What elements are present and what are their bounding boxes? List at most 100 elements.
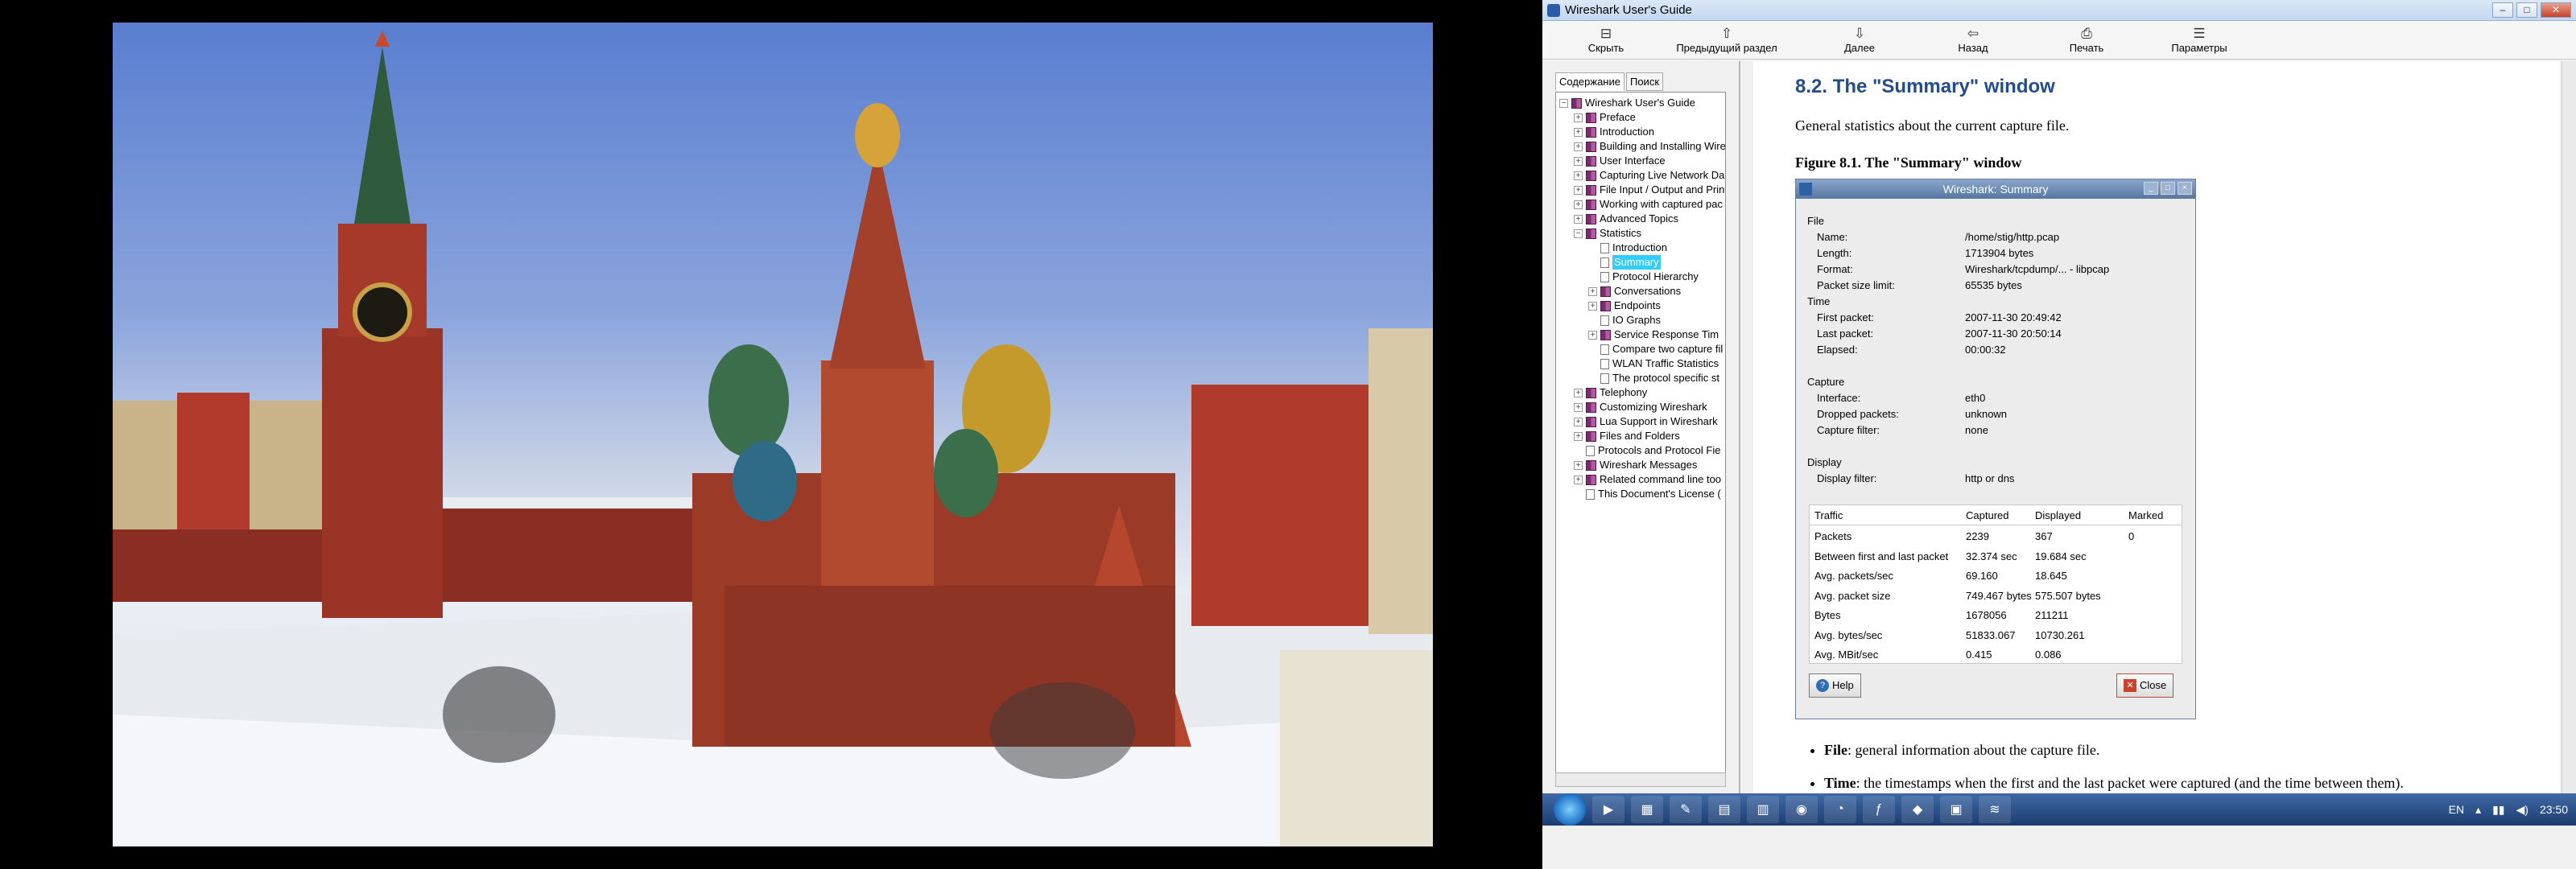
table-row: Avg. MBit/sec 0.415 0.086 — [1810, 645, 2182, 665]
tree-item-label: Wireshark Messages — [1600, 459, 1698, 471]
section-heading: 8.2. The "Summary" window — [1795, 76, 2055, 97]
table-cell: 19.684 sec — [2035, 550, 2087, 562]
tree-item[interactable]: + Service Response Tim — [1588, 327, 1719, 342]
table-cell: Avg. packet size — [1814, 589, 1891, 602]
taskbar-app-icon[interactable]: ƒ — [1863, 796, 1895, 823]
tree-expander-icon[interactable]: − — [1574, 229, 1583, 238]
language-indicator[interactable]: EN — [2449, 803, 2464, 816]
network-icon[interactable]: ▮▮ — [2492, 803, 2504, 817]
tree-item[interactable]: Summary — [1588, 255, 1661, 270]
toolbar-back-button[interactable]: ⇦ Назад — [1916, 21, 2030, 59]
system-tray: EN ▴ ▮▮ ◀) 23:50 — [2449, 793, 2568, 826]
toolbar-previous-section-button[interactable]: ⇧ Предыдущий раздел — [1650, 21, 1803, 59]
tree-item[interactable]: IO Graphs — [1588, 313, 1661, 327]
tree-item-label: The protocol specific st — [1612, 372, 1719, 384]
tray-expand-icon[interactable]: ▴ — [2475, 803, 2481, 817]
tree-expander-icon[interactable]: + — [1574, 127, 1583, 137]
tree-item-label: Service Response Tim — [1614, 328, 1719, 340]
vertical-scrollbar[interactable] — [2562, 61, 2576, 793]
section-header-file: File — [1807, 215, 1824, 227]
tree-item[interactable]: + Conversations — [1588, 284, 1681, 299]
tree-expander-icon[interactable]: + — [1574, 388, 1583, 397]
tree-expander-icon[interactable]: + — [1574, 171, 1583, 180]
tree-item[interactable]: + Related command line too — [1574, 472, 1721, 487]
tree-item[interactable]: + Preface — [1574, 110, 1636, 125]
tree-item[interactable]: + Telephony — [1574, 385, 1647, 400]
taskbar-app-icon[interactable]: ▦ — [1631, 796, 1663, 823]
tree-item[interactable]: WLAN Traffic Statistics — [1588, 356, 1719, 371]
tree-item[interactable]: + Building and Installing Wire — [1574, 139, 1725, 154]
tree-item[interactable]: Protocols and Protocol Fie — [1574, 443, 1720, 458]
help-book-icon — [1547, 3, 1560, 17]
tree-expander-icon[interactable]: + — [1574, 214, 1583, 224]
taskbar-app-icon[interactable]: ◔ — [1824, 796, 1856, 823]
summary-field-value: 00:00:32 — [1965, 344, 2006, 356]
tree-item-label: Statistics — [1600, 227, 1642, 239]
toolbar-hide-button[interactable]: ⊟ Скрыть — [1562, 21, 1650, 59]
tree-item[interactable]: This Document's License ( — [1574, 487, 1721, 501]
clock[interactable]: 23:50 — [2540, 803, 2568, 816]
tree-expander-icon[interactable]: + — [1574, 156, 1583, 166]
tree-expander-icon[interactable]: + — [1574, 200, 1583, 209]
tree-item[interactable]: The protocol specific st — [1588, 371, 1719, 385]
start-button[interactable] — [1554, 793, 1586, 826]
tree-item[interactable]: + Wireshark Messages — [1574, 458, 1697, 472]
contents-tree[interactable]: − Wireshark User's Guide + Preface + Introduc… — [1555, 92, 1726, 782]
tree-item[interactable]: + Customizing Wireshark — [1574, 400, 1707, 414]
tab-search[interactable]: Поиск — [1625, 72, 1664, 91]
tree-item-label: Capturing Live Network Da — [1600, 169, 1725, 181]
taskbar-app-icon[interactable]: ◉ — [1785, 796, 1818, 823]
tree-expander-icon[interactable]: + — [1588, 301, 1597, 311]
desktop-wallpaper-photo — [113, 23, 1433, 846]
taskbar-app-icon[interactable]: ▤ — [1708, 796, 1740, 823]
tree-item[interactable]: + Working with captured pac — [1574, 197, 1723, 212]
tree-item[interactable]: + Capturing Live Network Da — [1574, 168, 1724, 183]
tree-item[interactable]: + Files and Folders — [1574, 429, 1680, 443]
minimize-button[interactable]: – — [2492, 2, 2513, 18]
taskbar-app-icon[interactable]: ▶ — [1592, 796, 1624, 823]
tree-expander-icon[interactable]: + — [1574, 113, 1583, 122]
tree-item[interactable]: Protocol Hierarchy — [1588, 270, 1699, 284]
toolbar-options-button[interactable]: ☰ Параметры — [2143, 21, 2256, 59]
taskbar-app-icon[interactable]: ≋ — [1979, 796, 2011, 823]
book-icon — [1586, 474, 1596, 485]
tree-item-label: Advanced Topics — [1600, 212, 1679, 224]
maximize-button[interactable]: □ — [2516, 2, 2537, 18]
summary-field-label: Last packet: — [1817, 327, 1874, 340]
tree-expander-icon[interactable]: + — [1574, 431, 1583, 441]
tree-item[interactable]: + File Input / Output and Print — [1574, 183, 1725, 197]
book-icon — [1571, 97, 1582, 109]
taskbar-app-icon[interactable]: ▥ — [1747, 796, 1779, 823]
tree-expander-icon[interactable]: + — [1574, 460, 1583, 470]
tree-expander-icon[interactable]: − — [1559, 98, 1568, 108]
help-icon: ? — [1816, 679, 1829, 692]
tree-item-label: Protocols and Protocol Fie — [1598, 444, 1721, 456]
tree-item[interactable]: − Statistics — [1574, 226, 1641, 241]
tab-contents[interactable]: Содержание — [1555, 72, 1624, 91]
taskbar-app-icon[interactable]: ▣ — [1940, 796, 1972, 823]
tree-item[interactable]: + Advanced Topics — [1574, 212, 1678, 226]
tree-item[interactable]: + User Interface — [1574, 154, 1666, 168]
tree-expander-icon[interactable]: + — [1588, 330, 1597, 340]
horizontal-scrollbar[interactable] — [1555, 772, 1726, 787]
tree-item[interactable]: Introduction — [1588, 241, 1667, 255]
volume-icon[interactable]: ◀) — [2516, 803, 2529, 817]
tree-expander-icon[interactable]: + — [1574, 417, 1583, 426]
toolbar-forward-button[interactable]: ⇩ Далее — [1803, 21, 1916, 59]
tree-expander-icon[interactable]: + — [1574, 142, 1583, 151]
tree-item[interactable]: + Endpoints — [1588, 299, 1661, 313]
tree-expander-icon[interactable]: + — [1588, 286, 1597, 296]
taskbar-app-icon[interactable]: ◆ — [1901, 796, 1934, 823]
tree-expander-icon[interactable]: + — [1574, 402, 1583, 412]
toolbar-print-button[interactable]: ⎙ Печать — [2030, 21, 2143, 59]
book-icon — [1586, 459, 1596, 471]
tree-item[interactable]: + Lua Support in Wireshark — [1574, 414, 1718, 429]
tree-expander-icon[interactable]: + — [1574, 185, 1583, 195]
tree-item[interactable]: + Introduction — [1574, 125, 1654, 139]
taskbar-app-icon[interactable]: ✎ — [1670, 796, 1702, 823]
close-button[interactable]: ✕ — [2541, 2, 2571, 18]
tree-item[interactable]: − Wireshark User's Guide — [1559, 96, 1695, 110]
tree-item[interactable]: Compare two capture fil — [1588, 342, 1723, 356]
tree-expander-icon[interactable]: + — [1574, 475, 1583, 484]
list-item: Time: the timestamps when the first and … — [1824, 775, 2404, 792]
